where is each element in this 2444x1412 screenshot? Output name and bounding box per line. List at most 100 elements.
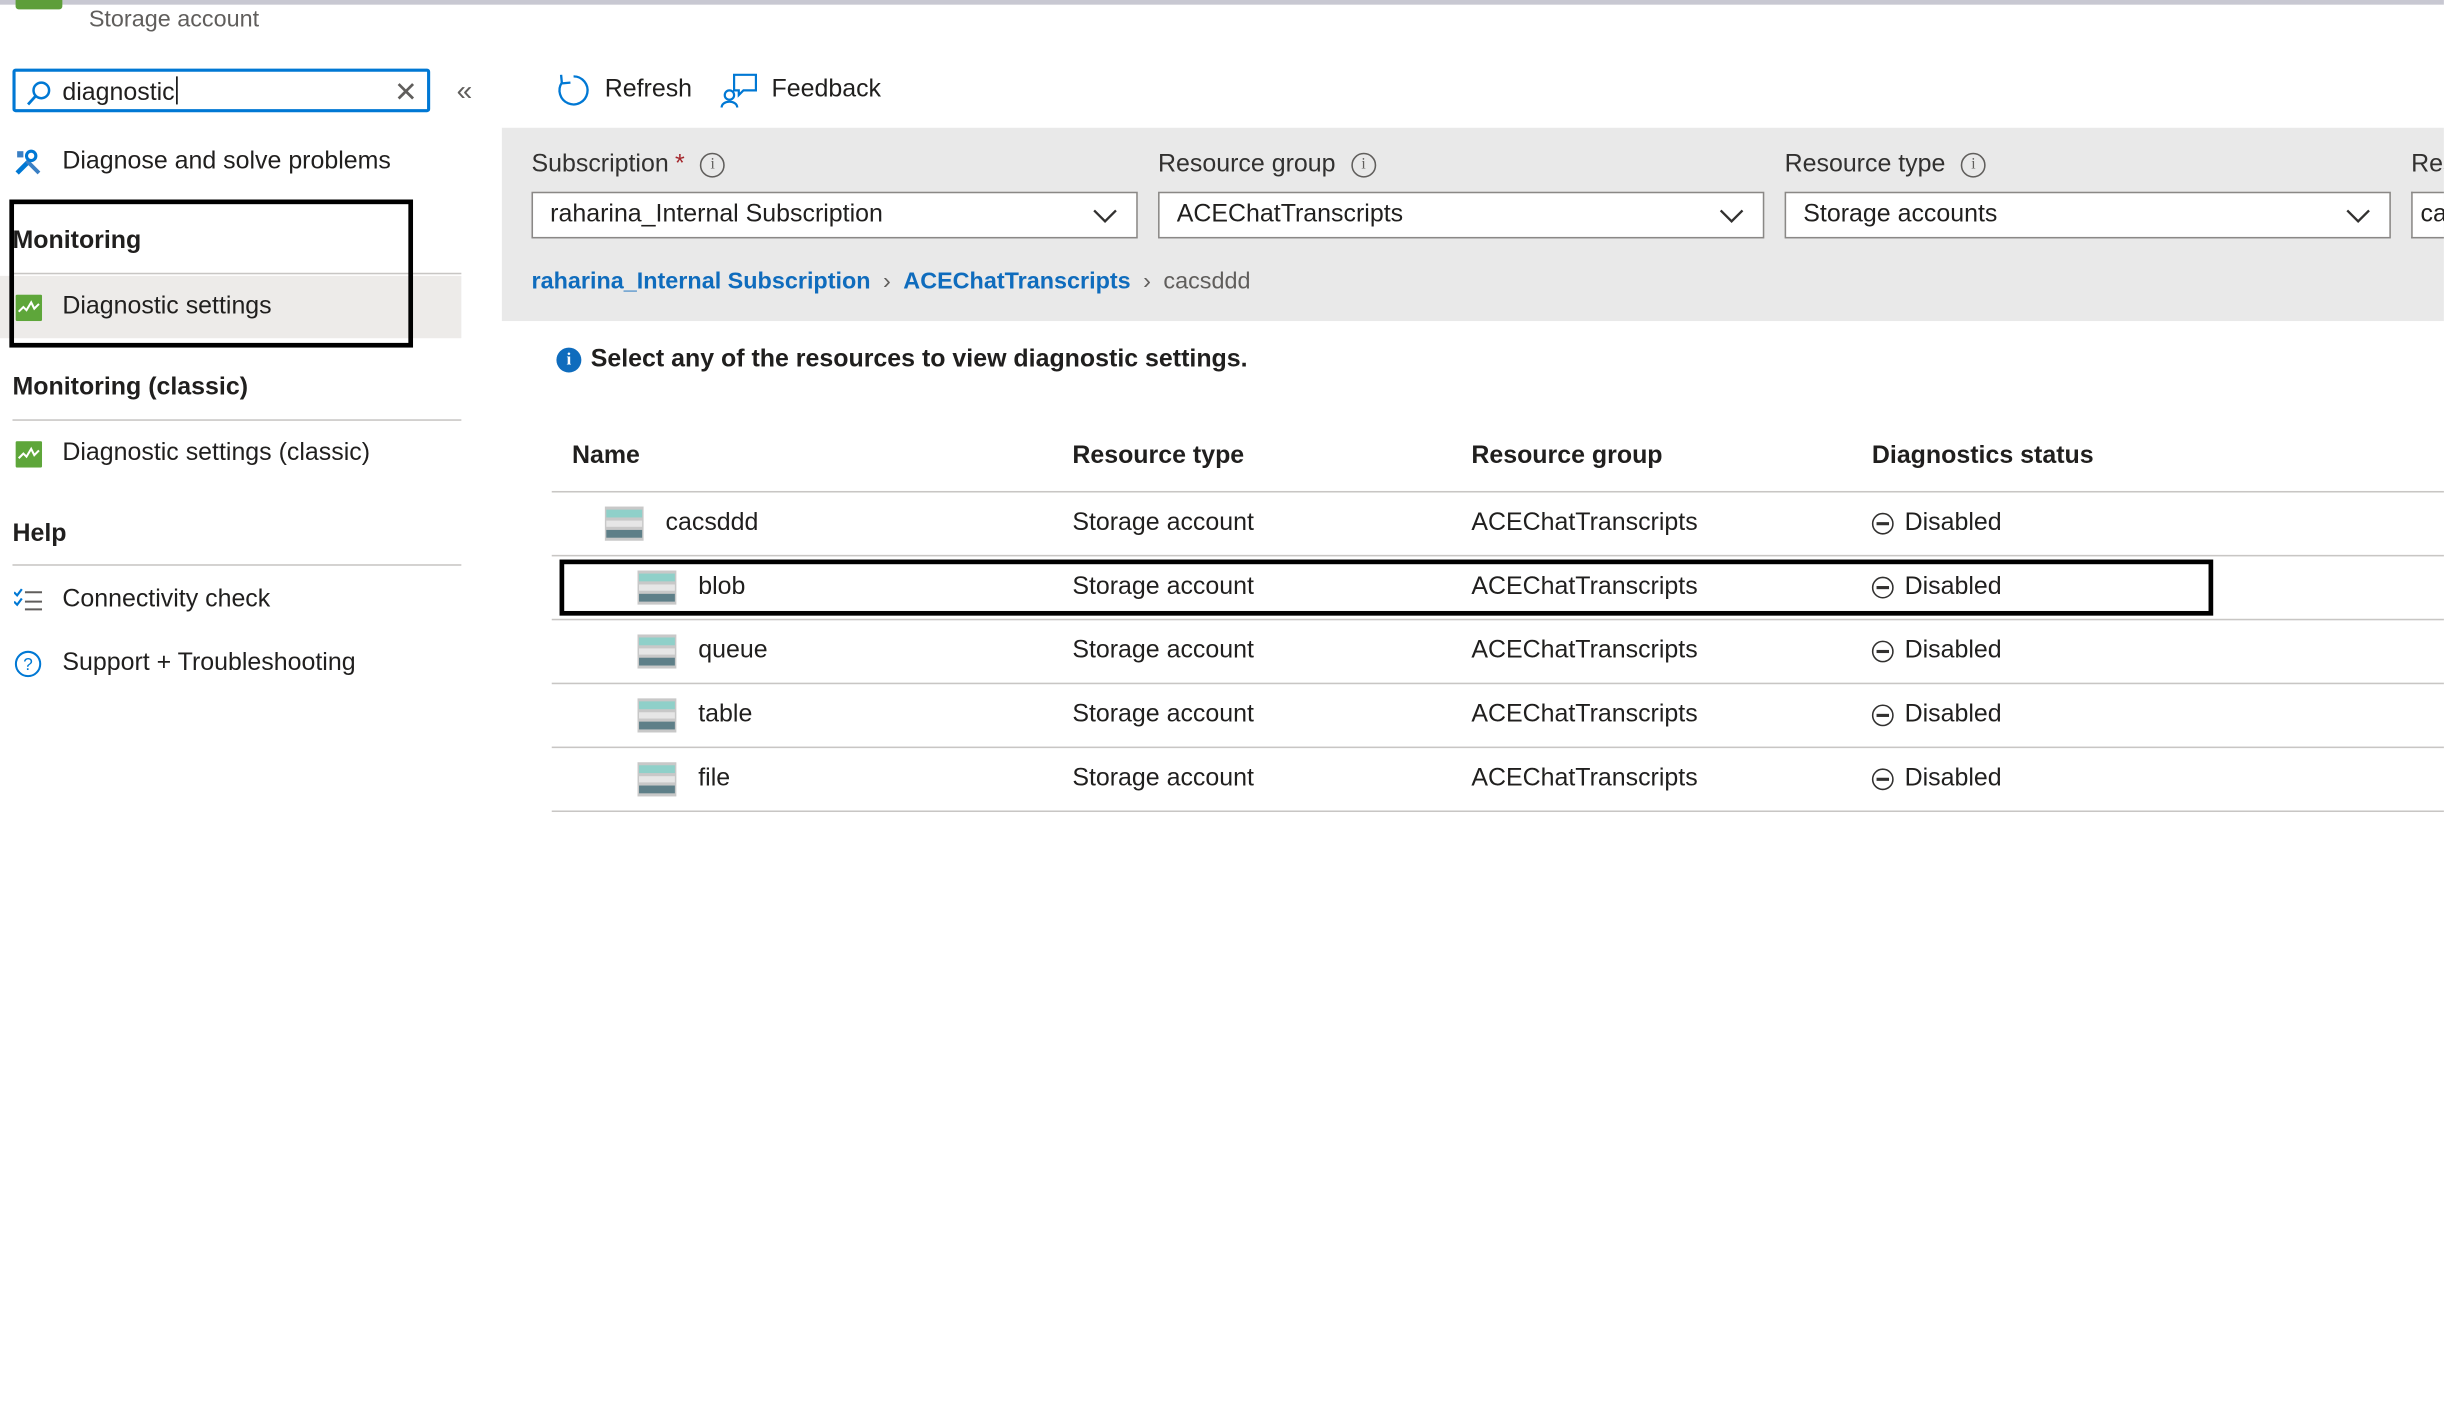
status-text: Disabled <box>1904 509 2002 537</box>
resource-group-dropdown[interactable]: ACEChatTranscripts <box>1158 191 1765 239</box>
status-text: Disabled <box>1904 637 2002 664</box>
info-icon[interactable]: i <box>1351 152 1377 178</box>
disabled-icon <box>1871 640 1894 663</box>
dropdown-value: ACEChatTranscripts <box>1176 201 1404 228</box>
breadcrumb-subscription[interactable]: raharina_Internal Subscription <box>531 268 870 294</box>
wrench-icon <box>12 147 43 178</box>
info-icon[interactable]: i <box>700 152 726 178</box>
refresh-icon <box>558 74 589 106</box>
subscription-label: Subscription * i <box>531 151 726 179</box>
sidebar-item-label: Support + Troubleshooting <box>62 649 356 677</box>
breadcrumb: raharina_Internal Subscription › ACEChatTr… <box>531 268 1250 294</box>
top-border <box>0 0 2444 5</box>
label-text: Res <box>2411 151 2444 178</box>
info-icon: i <box>556 347 582 373</box>
resource-name: file <box>698 765 731 792</box>
feedback-label: Feedback <box>771 76 882 103</box>
highlight-box <box>559 559 2214 616</box>
required-marker: * <box>674 151 685 178</box>
disabled-icon <box>1871 512 1894 535</box>
chevron-down-icon <box>2346 209 2370 223</box>
resource-name: queue <box>698 637 768 664</box>
table-row[interactable]: cacsddd Storage account ACEChatTranscrip… <box>551 490 2444 556</box>
sidebar-item-connectivity-check[interactable]: Connectivity check <box>0 570 461 629</box>
label-text: Resource group <box>1158 151 1336 178</box>
diagnostic-settings-icon <box>12 438 43 469</box>
feedback-button[interactable]: Feedback <box>720 69 881 113</box>
chevron-right-icon: › <box>1143 268 1151 295</box>
storage-account-icon <box>604 506 644 541</box>
sidebar-item-diagnostic-settings-classic[interactable]: Diagnostic settings (classic) <box>0 424 461 483</box>
chevron-down-icon <box>1093 209 1117 223</box>
svg-text:?: ? <box>23 654 33 674</box>
divider <box>12 564 462 566</box>
column-header-resource-group[interactable]: Resource group <box>1471 443 1662 471</box>
table-row[interactable]: queue Storage account ACEChatTranscripts… <box>551 618 2444 684</box>
resource-group: ACEChatTranscripts <box>1471 701 1698 728</box>
sidebar-item-label: Diagnostic settings (classic) <box>62 439 371 467</box>
refresh-label: Refresh <box>604 76 693 103</box>
chevron-down-icon <box>1719 209 1744 223</box>
sidebar-item-label: Diagnose and solve problems <box>62 148 391 175</box>
text-caret <box>176 76 178 105</box>
subscription-dropdown[interactable]: raharina_Internal Subscription <box>531 191 1138 239</box>
menu-search-input[interactable]: diagnostic ✕ <box>12 68 431 113</box>
table-row[interactable]: file Storage account ACEChatTranscripts … <box>551 746 2444 812</box>
highlight-box <box>9 199 414 348</box>
section-heading-monitoring-classic: Monitoring (classic) <box>12 374 249 401</box>
search-value: diagnostic <box>62 79 175 106</box>
resource-group: ACEChatTranscripts <box>1471 637 1698 664</box>
status-badge: Disabled <box>1871 765 2002 793</box>
info-text: Select any of the resources to view diag… <box>590 346 1248 373</box>
divider <box>12 419 462 421</box>
table-row[interactable]: table Storage account ACEChatTranscripts… <box>551 682 2444 748</box>
column-header-name[interactable]: Name <box>572 443 640 471</box>
column-header-resource-type[interactable]: Resource type <box>1072 443 1244 471</box>
resource-type: Storage account <box>1072 765 1254 792</box>
breadcrumb-resource-group[interactable]: ACEChatTranscripts <box>903 268 1130 294</box>
resource-name: cacsddd <box>665 509 759 537</box>
resource-type: Storage account <box>1072 509 1254 537</box>
dropdown-value: raharina_Internal Subscription <box>550 201 883 228</box>
table-bottom-border <box>551 810 2444 813</box>
section-heading-help: Help <box>12 520 67 548</box>
checklist-icon <box>12 584 43 615</box>
column-header-diagnostics-status[interactable]: Diagnostics status <box>1872 443 2094 471</box>
storage-account-icon <box>637 762 677 797</box>
refresh-button[interactable]: Refresh <box>556 69 692 113</box>
status-badge: Disabled <box>1871 637 2002 665</box>
dropdown-value: ca <box>2420 201 2444 228</box>
sidebar-item-label: Connectivity check <box>62 586 271 613</box>
status-badge: Disabled <box>1871 509 2002 538</box>
dropdown-value: Storage accounts <box>1803 201 1998 228</box>
status-text: Disabled <box>1904 701 2002 728</box>
resource-dropdown[interactable]: ca <box>2411 191 2444 239</box>
feedback-icon <box>720 73 758 108</box>
info-icon[interactable]: i <box>1960 152 1986 178</box>
storage-account-icon <box>637 634 677 669</box>
resource-type-label: Resource type i <box>1785 151 1986 179</box>
disabled-icon <box>1871 768 1894 791</box>
resource-type: Storage account <box>1072 701 1254 728</box>
info-message: i Select any of the resources to view di… <box>556 346 1248 374</box>
storage-account-icon <box>15 0 63 10</box>
resource-type-dropdown[interactable]: Storage accounts <box>1784 191 2391 239</box>
breadcrumb-current: cacsddd <box>1163 268 1251 295</box>
sidebar-item-support-troubleshooting[interactable]: ? Support + Troubleshooting <box>0 634 461 693</box>
resource-name: table <box>698 701 753 728</box>
collapse-menu-icon[interactable]: « <box>457 75 473 108</box>
chevron-right-icon: › <box>883 268 891 295</box>
sidebar-item-diagnose[interactable]: Diagnose and solve problems <box>0 132 461 191</box>
storage-account-icon <box>637 698 677 733</box>
status-badge: Disabled <box>1871 701 2002 729</box>
status-text: Disabled <box>1904 765 2002 792</box>
disabled-icon <box>1871 704 1894 727</box>
resource-group: ACEChatTranscripts <box>1471 509 1698 537</box>
close-icon[interactable]: ✕ <box>394 78 418 106</box>
resource-label: Res <box>2411 151 2444 179</box>
resource-type: Storage account <box>1072 637 1254 664</box>
label-text: Resource type <box>1784 151 1946 178</box>
label-text: Subscription <box>531 151 669 178</box>
search-icon <box>27 81 51 106</box>
resource-group-label: Resource group i <box>1158 151 1377 179</box>
